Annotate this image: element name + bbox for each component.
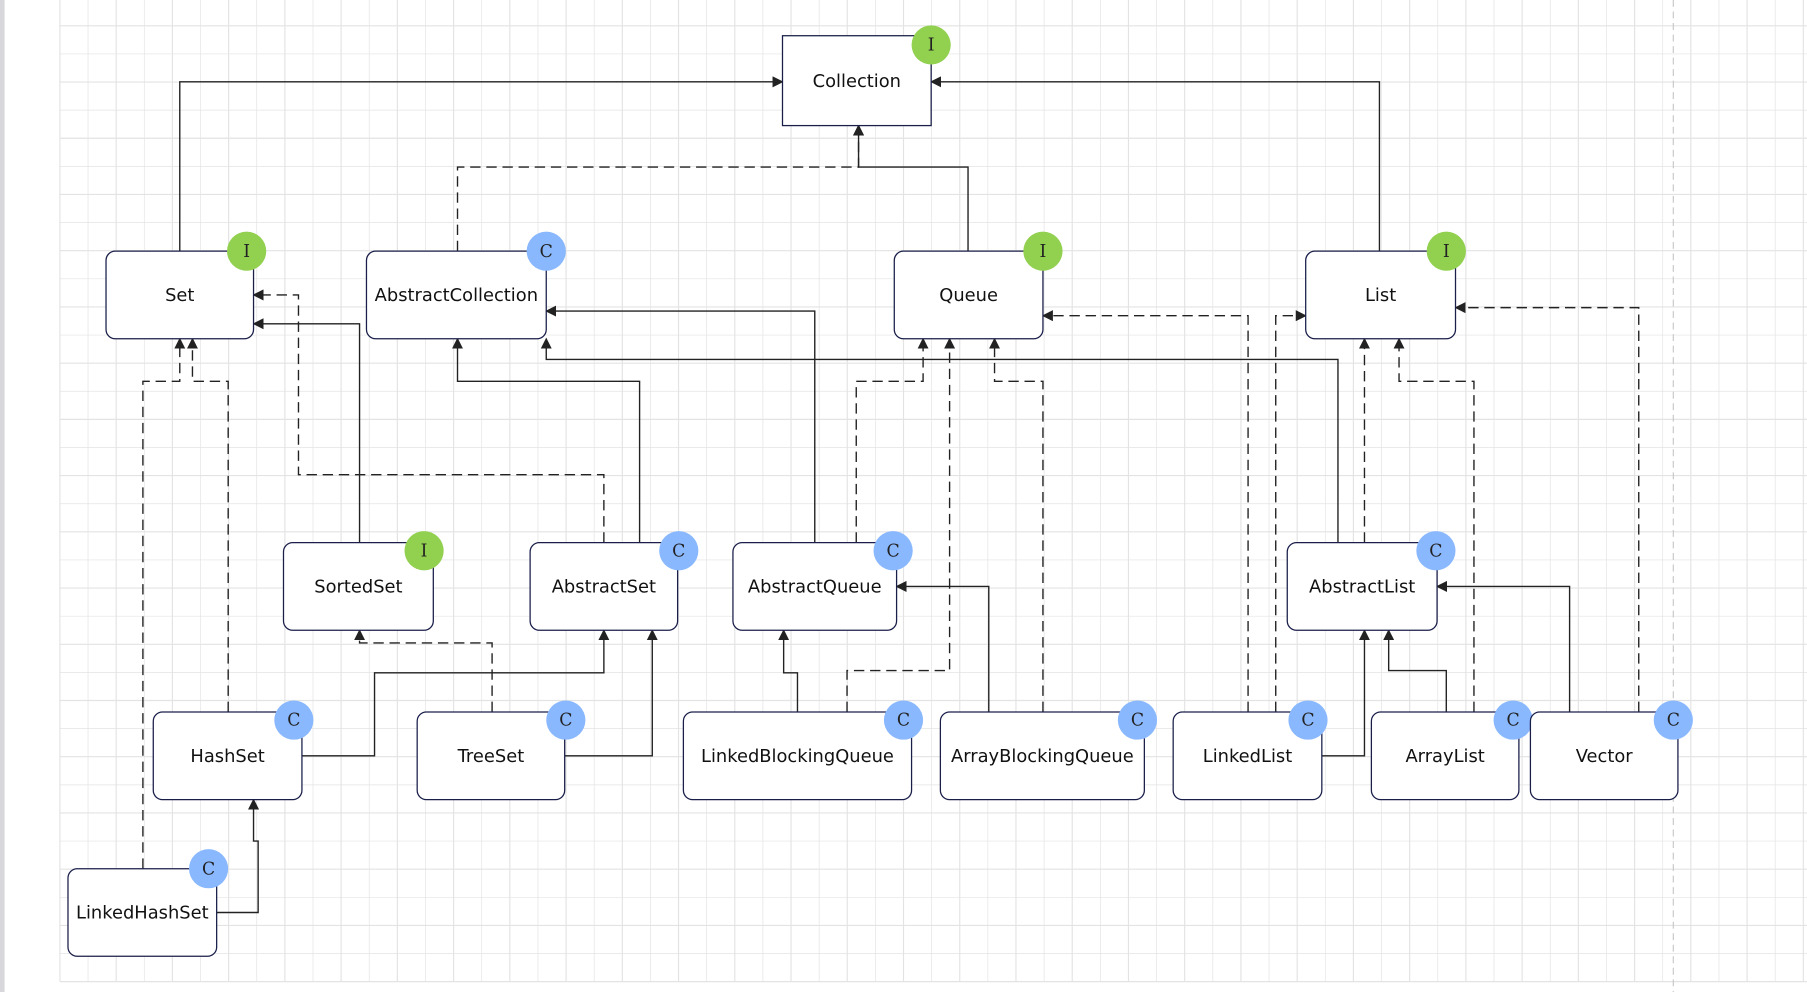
- edge-abstractset-to-abstractcollection: [451, 337, 641, 543]
- node-vector[interactable]: Vector C: [1529, 700, 1693, 801]
- badge-letter: C: [1507, 711, 1520, 731]
- edge-vector-to-abstractlist: [1435, 580, 1571, 713]
- badge-letter: I: [928, 36, 935, 56]
- diagram-canvas: Collection I Set I AbstractCollection C Queue I…: [0, 0, 1807, 992]
- node-treeset[interactable]: TreeSet C: [416, 700, 586, 801]
- node-label: AbstractQueue: [748, 577, 882, 598]
- edge-arrayblockingqueue-to-abstractqueue: [895, 580, 990, 713]
- edge-queue-to-collection: [853, 124, 969, 252]
- badge-letter: C: [897, 711, 910, 731]
- badge-letter: I: [1443, 242, 1450, 262]
- node-label: Vector: [1576, 746, 1634, 767]
- node-arraylist[interactable]: ArrayList C: [1370, 700, 1533, 801]
- node-label: AbstractCollection: [375, 285, 538, 306]
- badge-letter: C: [559, 711, 572, 731]
- node-list[interactable]: List I: [1305, 231, 1466, 340]
- edge-abstractcollection-to-collection: [456, 124, 865, 252]
- node-label: Queue: [939, 285, 998, 306]
- node-queue[interactable]: Queue I: [893, 231, 1063, 340]
- edge-arrayblockingqueue-to-queue: [989, 337, 1044, 713]
- node-linkedhashset[interactable]: LinkedHashSet C: [67, 849, 229, 957]
- badge-letter: C: [1301, 711, 1314, 731]
- badge-letter: C: [1131, 711, 1144, 731]
- node-label: AbstractList: [1309, 577, 1415, 598]
- badge-letter: I: [1040, 242, 1047, 262]
- edge-arraylist-to-list: [1393, 337, 1475, 713]
- node-abstractcollection[interactable]: AbstractCollection C: [365, 231, 566, 340]
- node-label: SortedSet: [314, 577, 402, 598]
- node-abstractset[interactable]: AbstractSet C: [529, 531, 699, 631]
- edge-linkedblockingqueue-to-queue: [846, 337, 956, 713]
- node-abstractqueue[interactable]: AbstractQueueC: [732, 531, 913, 631]
- edge-abstractlist-to-abstractcollection: [540, 337, 1339, 543]
- badge-letter: C: [1429, 541, 1442, 561]
- node-collection[interactable]: Collection I: [781, 25, 951, 127]
- edge-abstractqueue-to-abstractcollection: [545, 305, 816, 543]
- badge-letter: C: [1667, 711, 1680, 731]
- node-label: ArrayList: [1405, 746, 1484, 767]
- node-label: LinkedBlockingQueue: [701, 746, 894, 767]
- edge-vector-to-list: [1454, 302, 1640, 713]
- node-label: LinkedList: [1203, 746, 1292, 767]
- edge-sortedset-to-set: [252, 318, 361, 543]
- edge-linkedlist-to-list: [1275, 310, 1307, 713]
- node-label: LinkedHashSet: [76, 903, 209, 924]
- node-label: List: [1365, 285, 1396, 306]
- nodes: Collection I Set I AbstractCollection C Queue I…: [67, 25, 1693, 957]
- badge-letter: I: [421, 541, 428, 561]
- grid: [59, 0, 1807, 983]
- badge-letter: C: [540, 242, 553, 262]
- node-label: AbstractSet: [552, 577, 656, 598]
- edge-linkedlist-to-abstractlist: [1321, 629, 1371, 757]
- node-set[interactable]: Set I: [105, 231, 267, 340]
- node-arrayblockingqueue[interactable]: ArrayBlockingQueue C: [939, 700, 1158, 801]
- node-linkedblockingqueue[interactable]: LinkedBlockingQueueC: [682, 700, 924, 801]
- node-label: Set: [165, 285, 194, 306]
- node-abstractlist[interactable]: AbstractList C: [1286, 531, 1456, 631]
- node-label: Collection: [813, 71, 901, 92]
- edge-treeset-to-abstractset: [564, 629, 658, 757]
- node-label: TreeSet: [457, 746, 525, 767]
- node-hashset[interactable]: HashSet C: [152, 700, 314, 801]
- badge-letter: C: [887, 541, 900, 561]
- left-panel-edge: [0, 0, 5, 992]
- badge-letter: C: [672, 541, 685, 561]
- node-label: HashSet: [190, 746, 264, 767]
- badge-letter: I: [243, 242, 250, 262]
- node-sortedset[interactable]: SortedSet I: [282, 531, 444, 631]
- edge-linkedlist-to-queue: [1041, 310, 1249, 713]
- badge-letter: C: [287, 711, 300, 731]
- node-label: ArrayBlockingQueue: [951, 746, 1134, 767]
- badge-letter: C: [202, 859, 215, 879]
- edge-abstractqueue-to-queue: [855, 337, 929, 543]
- edge-hashset-to-set: [186, 337, 229, 713]
- node-linkedlist[interactable]: LinkedList C: [1172, 700, 1328, 801]
